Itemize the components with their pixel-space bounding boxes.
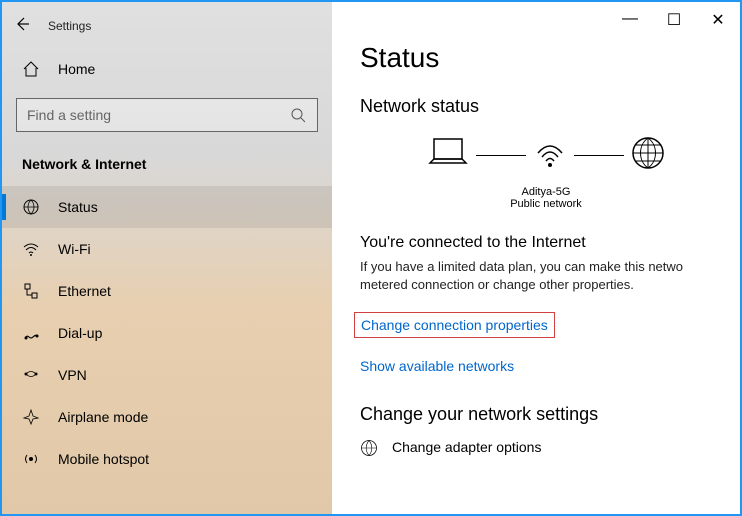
vpn-icon [22, 366, 40, 384]
back-button[interactable] [14, 16, 30, 37]
main-content: — ☐ ✕ Status Network status Aditya-5G Pu… [332, 2, 740, 514]
network-caption: Aditya-5G Public network [380, 186, 712, 210]
home-icon [22, 60, 40, 78]
airplane-icon [22, 408, 40, 426]
sidebar-item-label: Airplane mode [58, 409, 148, 425]
minimize-button[interactable]: — [620, 10, 640, 30]
network-status-title: Network status [360, 96, 712, 117]
sidebar-item-hotspot[interactable]: Mobile hotspot [2, 438, 332, 480]
sidebar-item-label: Wi-Fi [58, 241, 91, 257]
window-title: Settings [48, 19, 91, 33]
sidebar-item-label: VPN [58, 367, 87, 383]
home-nav[interactable]: Home [2, 42, 332, 92]
category-title: Network & Internet [2, 150, 332, 186]
wifi-diagram-icon [530, 133, 570, 178]
network-diagram [380, 133, 712, 178]
search-icon [289, 106, 307, 124]
status-icon [22, 198, 40, 216]
change-connection-properties-link[interactable]: Change connection properties [354, 312, 555, 338]
search-placeholder: Find a setting [27, 107, 111, 123]
change-network-settings-title: Change your network settings [360, 404, 712, 425]
close-button[interactable]: ✕ [708, 10, 728, 30]
sidebar-item-dialup[interactable]: Dial-up [2, 312, 332, 354]
network-type: Public network [380, 198, 712, 210]
adapter-option-title: Change adapter options [392, 439, 541, 455]
sidebar: Settings Home Find a setting Network & I… [2, 2, 332, 514]
show-available-networks-link[interactable]: Show available networks [360, 358, 514, 374]
sidebar-item-status[interactable]: Status [2, 186, 332, 228]
home-label: Home [58, 61, 95, 77]
sidebar-item-vpn[interactable]: VPN [2, 354, 332, 396]
ethernet-icon [22, 282, 40, 300]
laptop-icon [424, 133, 472, 178]
globe-diagram-icon [628, 133, 668, 178]
page-title: Status [360, 42, 712, 74]
titlebar: Settings [2, 10, 332, 42]
sidebar-item-ethernet[interactable]: Ethernet [2, 270, 332, 312]
globe-icon [360, 439, 378, 457]
network-name: Aditya-5G [380, 186, 712, 198]
sidebar-item-label: Dial-up [58, 325, 102, 341]
sidebar-item-label: Ethernet [58, 283, 111, 299]
sidebar-item-label: Mobile hotspot [58, 451, 149, 467]
sidebar-item-label: Status [58, 199, 98, 215]
dialup-icon [22, 324, 40, 342]
maximize-button[interactable]: ☐ [664, 10, 684, 30]
wifi-icon [22, 240, 40, 258]
hotspot-icon [22, 450, 40, 468]
change-adapter-option[interactable]: Change adapter options [360, 439, 712, 457]
connected-title: You're connected to the Internet [360, 234, 712, 252]
sidebar-item-wifi[interactable]: Wi-Fi [2, 228, 332, 270]
connected-text: If you have a limited data plan, you can… [360, 258, 712, 294]
sidebar-item-airplane[interactable]: Airplane mode [2, 396, 332, 438]
search-input[interactable]: Find a setting [16, 98, 318, 132]
window-controls: — ☐ ✕ [620, 10, 728, 30]
